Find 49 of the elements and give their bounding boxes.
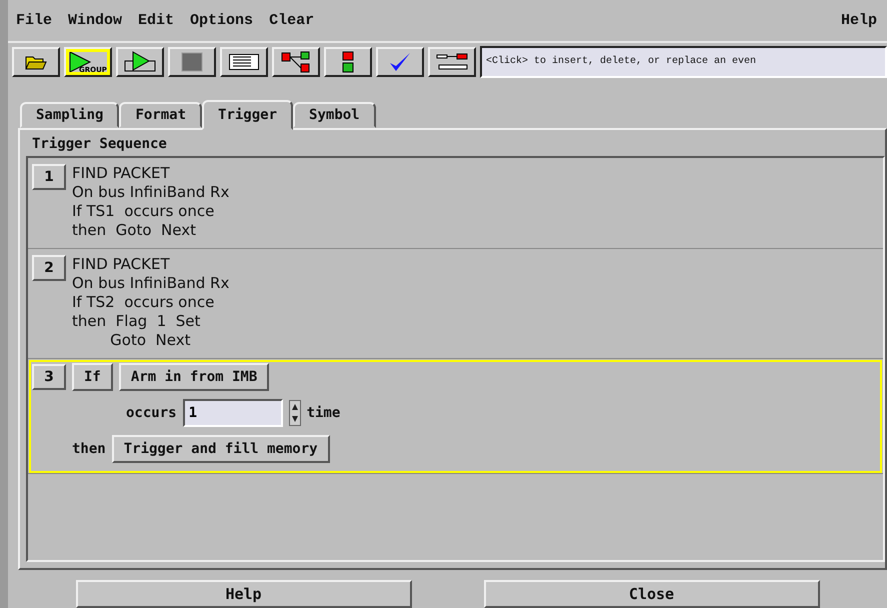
condition-button[interactable]: If <box>72 363 113 392</box>
step-text: then Goto Next <box>72 221 197 240</box>
occurs-label: occurs <box>126 405 177 422</box>
unit-label: time <box>306 405 340 422</box>
step-text: Goto Next <box>109 331 192 350</box>
section-title: Trigger Sequence <box>32 136 168 152</box>
list-icon <box>229 54 259 70</box>
menu-item[interactable]: File <box>16 12 52 29</box>
toolbar-button[interactable] <box>324 46 372 77</box>
tab[interactable]: Symbol <box>293 102 376 128</box>
step-text: FIND PACKET <box>72 255 171 274</box>
tab[interactable]: Sampling <box>20 102 120 128</box>
step-text: then Flag 1 Set <box>72 312 202 332</box>
toolbar-button[interactable] <box>272 46 320 77</box>
play-icon <box>122 50 158 73</box>
tab[interactable]: Format <box>119 102 202 128</box>
toolbar-button[interactable] <box>12 46 60 77</box>
toolbar-button[interactable] <box>220 46 268 77</box>
toolbar-button[interactable] <box>116 46 164 77</box>
step-text: If TS2 occurs once <box>72 293 216 312</box>
toolbar-button[interactable] <box>428 46 476 77</box>
stop-icon <box>181 52 203 72</box>
step-number-button[interactable]: 1 <box>32 164 66 190</box>
event-button[interactable]: Arm in from IMB <box>118 363 270 392</box>
action-button[interactable]: Trigger and fill memory <box>112 435 330 464</box>
folder-icon <box>25 54 47 70</box>
step-number-button[interactable]: 2 <box>32 255 66 282</box>
tab[interactable]: Trigger <box>202 100 294 130</box>
spinner-icon[interactable] <box>288 400 301 426</box>
hint-field[interactable]: <Click> to insert, delete, or replace an even <box>480 46 887 78</box>
toolbar-button[interactable] <box>376 46 424 77</box>
then-label: then <box>72 441 106 458</box>
step-text: On bus InfiniBand Rx <box>72 274 230 294</box>
dialog-button[interactable]: Help <box>76 580 412 608</box>
count-field[interactable]: 1 <box>182 399 283 428</box>
menu-item[interactable]: Help <box>840 12 877 29</box>
step-number-button[interactable]: 3 <box>32 364 66 390</box>
menu-item[interactable]: Window <box>68 12 122 29</box>
checkmark-icon <box>388 50 412 73</box>
menu-item[interactable]: Clear <box>269 12 314 29</box>
toolbar-button[interactable] <box>168 46 216 77</box>
step-text: If TS1 occurs once <box>72 202 216 222</box>
step-text: On bus InfiniBand Rx <box>72 183 230 202</box>
step-text: FIND PACKET <box>72 164 171 184</box>
menu-item[interactable]: Edit <box>138 12 174 29</box>
menu-item[interactable]: Options <box>190 12 254 29</box>
tree-icon <box>281 50 311 73</box>
chain-icon <box>342 50 354 73</box>
dialog-button[interactable]: Close <box>484 580 820 608</box>
